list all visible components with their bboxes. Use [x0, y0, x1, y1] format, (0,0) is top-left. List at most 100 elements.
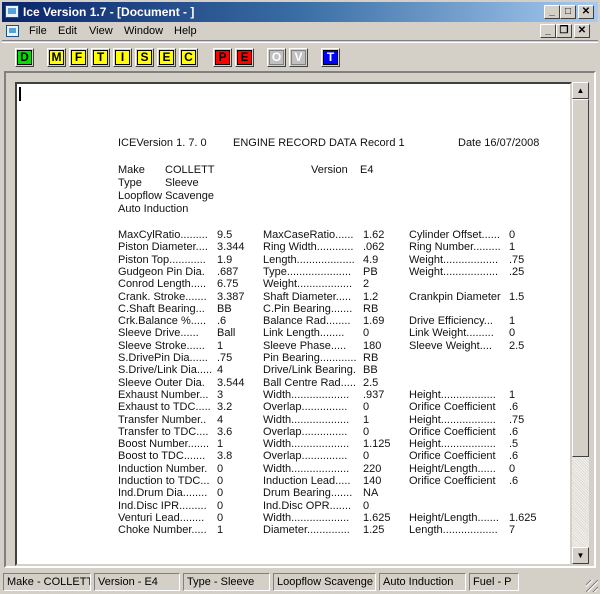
- menu-window[interactable]: Window: [124, 25, 163, 37]
- toolbar-button-d-0[interactable]: D: [15, 48, 34, 67]
- field-label: Ring Number.........: [409, 241, 501, 253]
- field-value: PB: [363, 266, 378, 278]
- field-value: 3.344: [217, 241, 245, 253]
- field-label: Ball Centre Rad.....: [263, 377, 356, 389]
- field-label: Ind.Disc OPR.......: [263, 500, 352, 512]
- field-value: 1: [217, 524, 224, 536]
- toolbar-button-f-2[interactable]: F: [69, 48, 88, 67]
- toolbar-button-p-8[interactable]: P: [213, 48, 232, 67]
- field-label: Length..................: [409, 524, 498, 536]
- doc-restore-button[interactable]: ❐: [556, 24, 572, 38]
- field-label: Height..................: [409, 438, 496, 450]
- toolbar-button-label: T: [323, 50, 338, 65]
- field-value: 1.2: [363, 291, 379, 303]
- induction-text: Auto Induction: [118, 203, 189, 215]
- field-value: 3: [217, 389, 224, 401]
- field-value: 4: [217, 364, 224, 376]
- field-value: 1.625: [509, 512, 537, 524]
- scroll-up-icon[interactable]: ▲: [572, 82, 589, 99]
- doc-minimize-button[interactable]: _: [540, 24, 556, 38]
- field-value: 1: [509, 315, 516, 327]
- field-label: Induction Lead.....: [263, 475, 351, 487]
- field-label: Type.....................: [263, 266, 352, 278]
- field-label: Exhaust to TDC.....: [118, 401, 211, 413]
- toolbar-button-label: D: [17, 50, 32, 65]
- toolbar-button-t-3[interactable]: T: [91, 48, 110, 67]
- field-label: Drive/Link Bearing.: [263, 364, 356, 376]
- field-label: Cylinder Offset......: [409, 229, 500, 241]
- field-label: Boost Number.......: [118, 438, 210, 450]
- field-label: Length...................: [263, 254, 355, 266]
- field-value: 9.5: [217, 229, 233, 241]
- field-value: 0: [363, 426, 370, 438]
- toolbar-button-m-1[interactable]: M: [47, 48, 66, 67]
- version-value: E4: [360, 164, 374, 176]
- field-value: RB: [363, 303, 379, 315]
- toolbar-button-e-6[interactable]: E: [157, 48, 176, 67]
- field-value: 3.2: [217, 401, 233, 413]
- field-value: 1.125: [363, 438, 391, 450]
- field-label: Induction to TDC...: [118, 475, 210, 487]
- close-button[interactable]: ✕: [578, 5, 594, 19]
- field-value: 0: [509, 327, 516, 339]
- document-icon[interactable]: [6, 25, 19, 37]
- field-label: Sleeve Phase.....: [263, 340, 347, 352]
- field-label: Orifice Coefficient: [409, 401, 496, 413]
- field-value: 0: [363, 401, 370, 413]
- status-bar: Make - COLLETT Version - E4 Type - Sleev…: [0, 571, 600, 594]
- field-label: Weight..................: [409, 254, 499, 266]
- toolbar-button-t-12[interactable]: T: [321, 48, 340, 67]
- field-value: 0: [217, 512, 224, 524]
- toolbar-button-label: T: [93, 50, 108, 65]
- field-label: Link Length........: [263, 327, 345, 339]
- toolbar-button-label: M: [49, 50, 64, 65]
- menu-help[interactable]: Help: [174, 25, 197, 37]
- field-value: 0: [217, 487, 224, 499]
- field-label: Venturi Lead........: [118, 512, 205, 524]
- field-label: Drum Bearing.......: [263, 487, 353, 499]
- field-label: Boost to TDC.......: [118, 450, 206, 462]
- field-label: Crank. Stroke.......: [118, 291, 207, 303]
- field-label: Gudgeon Pin Dia.: [118, 266, 205, 278]
- toolbar-button-e-9[interactable]: E: [235, 48, 254, 67]
- field-label: S.DrivePin Dia......: [118, 352, 208, 364]
- field-label: Sleeve Stroke......: [118, 340, 205, 352]
- scroll-thumb[interactable]: [572, 99, 589, 457]
- menu-view[interactable]: View: [89, 25, 113, 37]
- field-value: 2: [363, 278, 370, 290]
- field-label: Conrod Length.....: [118, 278, 207, 290]
- minimize-button[interactable]: _: [544, 5, 560, 19]
- scavenge-text: Loopflow Scavenge: [118, 190, 215, 202]
- maximize-button[interactable]: □: [560, 5, 576, 19]
- field-value: .937: [363, 389, 385, 401]
- resize-grip[interactable]: [586, 580, 598, 592]
- field-value: .6: [509, 475, 519, 487]
- toolbar-button-s-5[interactable]: S: [135, 48, 154, 67]
- toolbar-button-c-7[interactable]: C: [179, 48, 198, 67]
- scroll-down-icon[interactable]: ▼: [572, 547, 589, 564]
- field-label: Width...................: [263, 512, 350, 524]
- status-scavenge: Loopflow Scavenge: [273, 573, 376, 591]
- field-value: 2.5: [363, 377, 379, 389]
- field-label: Diameter..............: [263, 524, 350, 536]
- make-value: COLLETT: [165, 164, 215, 176]
- app-icon[interactable]: [5, 5, 19, 18]
- doc-close-button[interactable]: ✕: [574, 24, 590, 38]
- status-version: Version - E4: [94, 573, 180, 591]
- status-fuel: Fuel - P: [469, 573, 519, 591]
- menu-edit[interactable]: Edit: [58, 25, 77, 37]
- field-label: Overlap...............: [263, 450, 348, 462]
- field-label: Transfer to TDC....: [118, 426, 209, 438]
- field-value: 7: [509, 524, 516, 536]
- menu-bar: File Edit View Window Help _ ❐ ✕: [2, 22, 598, 41]
- field-value: Ball: [217, 327, 236, 339]
- vertical-scrollbar[interactable]: ▲ ▼: [572, 82, 589, 564]
- field-value: NA: [363, 487, 379, 499]
- field-label: Width...................: [263, 438, 350, 450]
- toolbar-button-i-4[interactable]: I: [113, 48, 132, 67]
- document-view[interactable]: ICEVersion 1. 7. 0 ENGINE RECORD DATA Re…: [15, 82, 572, 566]
- menu-file[interactable]: File: [29, 25, 47, 37]
- field-value: 3.544: [217, 377, 245, 389]
- field-label: Width...................: [263, 414, 350, 426]
- make-label: Make: [118, 164, 145, 176]
